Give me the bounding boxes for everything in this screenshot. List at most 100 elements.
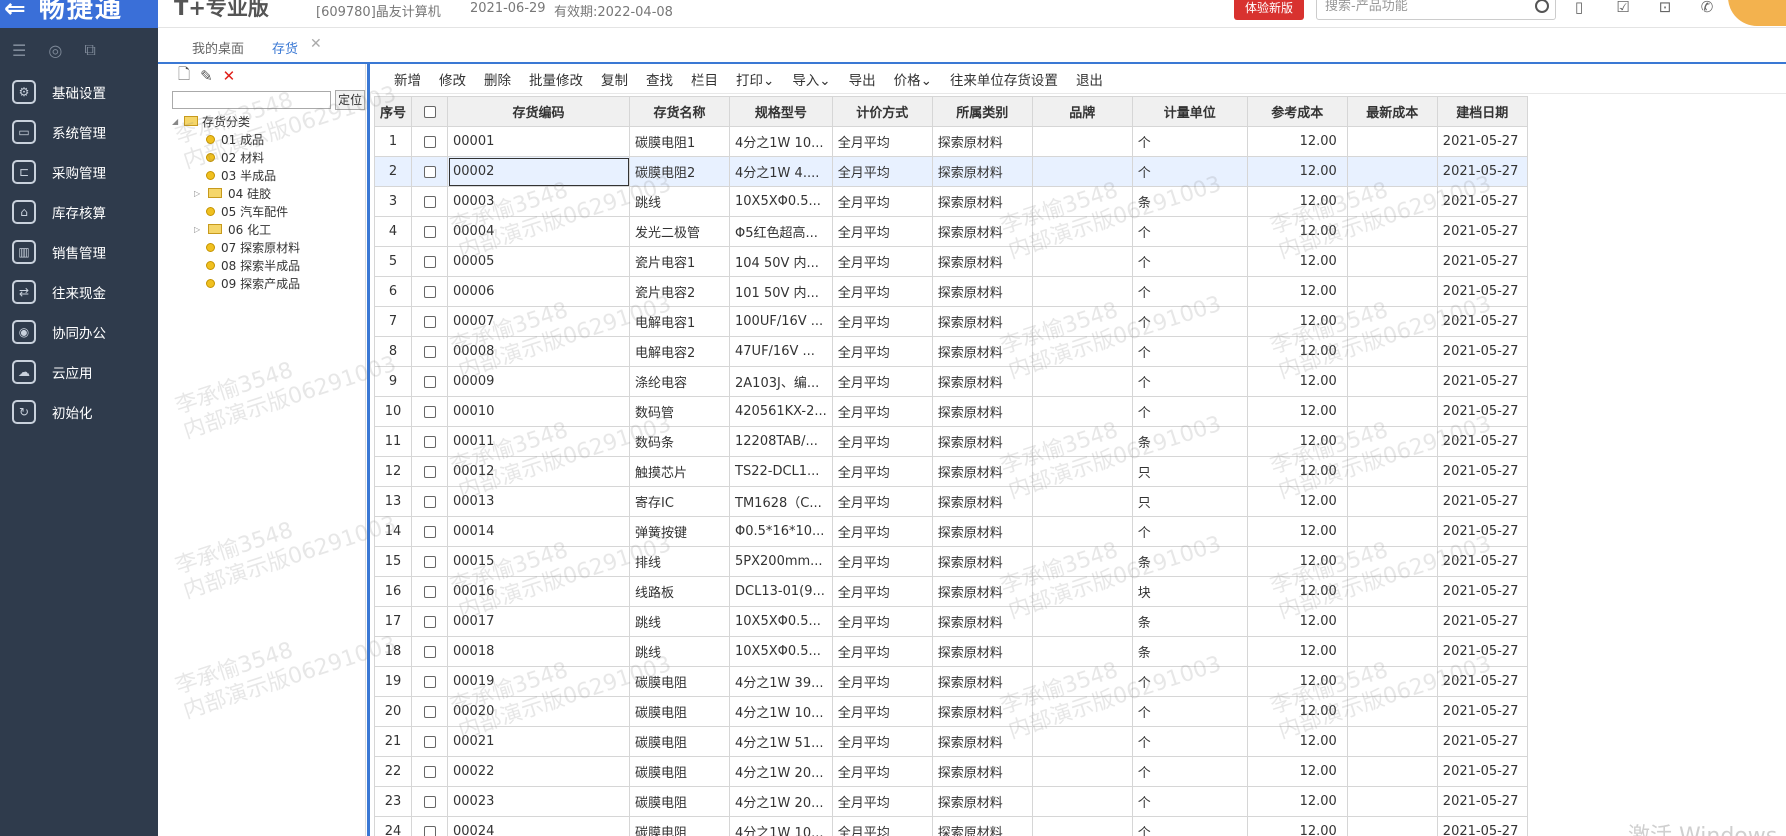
table-cell[interactable] — [1346, 396, 1438, 427]
table-cell[interactable] — [1346, 216, 1438, 247]
table-cell[interactable]: 16 — [373, 576, 413, 607]
row-checkbox[interactable] — [423, 705, 436, 718]
row-checkbox[interactable] — [423, 795, 436, 808]
table-cell[interactable]: 2 — [373, 156, 413, 187]
table-cell[interactable]: TS22-DCL1... — [729, 456, 833, 487]
table-cell[interactable]: 12208TAB/... — [729, 426, 833, 457]
table-cell[interactable] — [1031, 246, 1133, 277]
table-cell[interactable]: 电解电容2 — [629, 336, 731, 367]
tree-node[interactable]: ▷ 06 化工 — [172, 220, 365, 238]
row-checkbox[interactable] — [423, 225, 436, 238]
table-cell[interactable]: 探索原材料 — [931, 666, 1033, 697]
table-cell[interactable]: 00020 — [447, 696, 631, 727]
table-cell[interactable] — [1031, 186, 1133, 217]
table-cell[interactable]: 全月平均 — [831, 696, 933, 727]
table-cell[interactable]: 18 — [373, 636, 413, 667]
delete-icon[interactable]: ✕ — [223, 67, 236, 85]
table-cell[interactable]: 12.00 — [1246, 276, 1348, 307]
row-checkbox-cell[interactable] — [411, 606, 449, 637]
column-header[interactable]: 规格型号 — [729, 96, 833, 127]
table-cell[interactable]: 2021-05-27 — [1436, 666, 1528, 697]
table-cell[interactable]: 全月平均 — [831, 486, 933, 517]
table-cell[interactable]: 5PX200mm... — [729, 546, 833, 577]
table-cell[interactable]: Φ5红色超高... — [729, 216, 833, 247]
columns-button[interactable]: 栏目 — [691, 69, 718, 89]
table-row[interactable]: 18 00018 跳线 10X5XΦ0.5... 全月平均 探索原材料 条 12.00 2021… — [373, 636, 1528, 667]
table-cell[interactable]: 12.00 — [1246, 486, 1348, 517]
table-cell[interactable] — [1031, 786, 1133, 817]
table-cell[interactable]: 00012 — [447, 456, 631, 487]
table-cell[interactable]: 00022 — [447, 756, 631, 787]
table-cell[interactable]: 只 — [1131, 456, 1248, 487]
table-cell[interactable]: 碳膜电阻 — [629, 786, 731, 817]
table-cell[interactable]: 全月平均 — [831, 306, 933, 337]
table-row[interactable]: 6 00006 瓷片电容2 101 50V 内... 全月平均 探索原材料 个 12.00 20… — [373, 276, 1528, 307]
table-cell[interactable]: 探索原材料 — [931, 366, 1033, 397]
tree-root[interactable]: ◢ 存货分类 — [172, 112, 365, 130]
row-checkbox[interactable] — [423, 645, 436, 658]
table-cell[interactable]: 全月平均 — [831, 426, 933, 457]
table-cell[interactable]: 探索原材料 — [931, 756, 1033, 787]
table-row[interactable]: 3 00003 跳线 10X5XΦ0.5... 全月平均 探索原材料 条 12.00 2021-… — [373, 186, 1528, 217]
row-checkbox-cell[interactable] — [411, 486, 449, 517]
table-cell[interactable]: 4 — [373, 216, 413, 247]
table-cell[interactable]: 9 — [373, 366, 413, 397]
table-cell[interactable]: 探索原材料 — [931, 396, 1033, 427]
exit-button[interactable]: 退出 — [1076, 69, 1103, 89]
row-checkbox[interactable] — [423, 165, 436, 178]
table-cell[interactable]: 全月平均 — [831, 246, 933, 277]
table-cell[interactable]: 10 — [373, 396, 413, 427]
sidebar-item-inventory[interactable]: ⌂ 库存核算 — [0, 192, 158, 232]
table-cell[interactable]: 00018 — [447, 636, 631, 667]
row-checkbox-cell[interactable] — [411, 786, 449, 817]
user-avatar[interactable] — [1728, 0, 1786, 26]
table-cell[interactable]: 104 50V 内... — [729, 246, 833, 277]
table-cell[interactable]: 发光二极管 — [629, 216, 731, 247]
sidebar-item-purchase[interactable]: ⊏ 采购管理 — [0, 152, 158, 192]
table-cell[interactable]: 全月平均 — [831, 756, 933, 787]
table-row[interactable]: 20 00020 碳膜电阻 4分之1W 10... 全月平均 探索原材料 个 12.00 202… — [373, 696, 1528, 727]
table-cell[interactable]: 个 — [1131, 126, 1248, 157]
table-cell[interactable]: 12.00 — [1246, 786, 1348, 817]
table-row[interactable]: 15 00015 排线 5PX200mm... 全月平均 探索原材料 条 12.00 2021-… — [373, 546, 1528, 577]
sidebar-item-collaboration[interactable]: ◉ 协同办公 — [0, 312, 158, 352]
table-cell[interactable] — [1346, 246, 1438, 277]
table-cell[interactable] — [1031, 726, 1133, 757]
table-cell[interactable]: 探索原材料 — [931, 336, 1033, 367]
table-cell[interactable]: 2021-05-27 — [1436, 756, 1528, 787]
table-cell[interactable]: 12.00 — [1246, 636, 1348, 667]
row-checkbox[interactable] — [423, 675, 436, 688]
table-cell[interactable]: 1 — [373, 126, 413, 157]
table-cell[interactable]: 2021-05-27 — [1436, 636, 1528, 667]
table-row[interactable]: 24 00024 碳膜电阻 4分之1W 10... 全月平均 探索原材料 个 12.00 202… — [373, 816, 1528, 836]
table-cell[interactable]: TM1628（C... — [729, 486, 833, 517]
table-cell[interactable]: 条 — [1131, 186, 1248, 217]
row-checkbox[interactable] — [423, 405, 436, 418]
table-cell[interactable]: 线路板 — [629, 576, 731, 607]
row-checkbox-cell[interactable] — [411, 516, 449, 547]
table-cell[interactable]: 00005 — [447, 246, 631, 277]
table-row[interactable]: 22 00022 碳膜电阻 4分之1W 20... 全月平均 探索原材料 个 12.00 202… — [373, 756, 1528, 787]
table-cell[interactable]: DCL13-01(9... — [729, 576, 833, 607]
expand-icon[interactable]: ▷ — [194, 225, 202, 234]
column-header[interactable]: 存货名称 — [629, 96, 731, 127]
table-cell[interactable] — [1346, 516, 1438, 547]
table-cell[interactable]: 条 — [1131, 606, 1248, 637]
table-cell[interactable]: 12.00 — [1246, 186, 1348, 217]
table-cell[interactable]: 2021-05-27 — [1436, 606, 1528, 637]
table-cell[interactable]: 00019 — [447, 666, 631, 697]
table-cell[interactable]: 00006 — [447, 276, 631, 307]
row-checkbox[interactable] — [423, 495, 436, 508]
row-checkbox-cell[interactable] — [411, 726, 449, 757]
new-document-icon[interactable]: 🗋 — [178, 64, 190, 89]
row-checkbox[interactable] — [423, 435, 436, 448]
row-checkbox[interactable] — [423, 195, 436, 208]
table-cell[interactable] — [1346, 576, 1438, 607]
table-cell[interactable]: 跳线 — [629, 186, 731, 217]
table-cell[interactable]: 全月平均 — [831, 126, 933, 157]
table-cell[interactable]: 2021-05-27 — [1436, 216, 1528, 247]
table-cell[interactable]: 个 — [1131, 156, 1248, 187]
table-cell[interactable]: 个 — [1131, 696, 1248, 727]
table-cell[interactable] — [1031, 666, 1133, 697]
table-cell[interactable] — [1346, 606, 1438, 637]
